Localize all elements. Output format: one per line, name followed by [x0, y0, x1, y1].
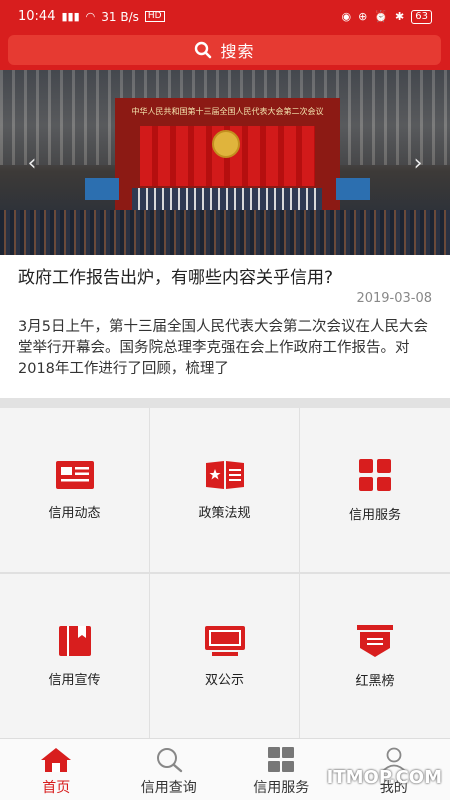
banner-carousel[interactable]: 中华人民共和国第十三届全国人民代表大会第二次会议 ‹ ›: [0, 70, 450, 255]
alarm-icon: ⏰: [374, 10, 389, 23]
news-card-icon: [55, 460, 94, 489]
status-bar: 10:44 ▮▮▮ ◠ 31 B/s HD ◉ ⊕ ⏰ ✱ 63: [0, 0, 450, 33]
carousel-next-arrow-icon[interactable]: ›: [406, 152, 430, 176]
nav-item-credit-services[interactable]: 信用服务: [225, 739, 338, 800]
grid-item-label: 信用动态: [48, 505, 101, 521]
news-title[interactable]: 政府工作报告出炉，有哪些内容关乎信用?: [18, 263, 438, 288]
bluetooth-icon: ✱: [395, 10, 405, 23]
section-divider: [0, 398, 450, 408]
bookmark-book-icon: [58, 625, 91, 656]
grid-item-label: 双公示: [204, 672, 244, 688]
carousel-prev-arrow-icon[interactable]: ‹: [20, 152, 44, 176]
network-speed: 31 B/s: [101, 9, 139, 24]
search-label: 搜索: [220, 42, 255, 61]
banner-stage-title: 中华人民共和国第十三届全国人民代表大会第二次会议: [131, 107, 324, 116]
banner-image-left-screen: [85, 178, 119, 200]
grid-item-label: 政策法规: [198, 505, 251, 521]
grid-item-label: 信用宣传: [48, 672, 101, 688]
grid-item-policy-regulations[interactable]: 政策法规: [150, 408, 299, 572]
grid-icon: [268, 747, 295, 772]
banner-image-audience: [0, 210, 450, 255]
function-grid: 信用动态 政策法规 信用服务 信用宣传 双公示 红黑榜: [0, 408, 450, 738]
app-screen: 10:44 ▮▮▮ ◠ 31 B/s HD ◉ ⊕ ⏰ ✱ 63 搜索 中华人民…: [0, 0, 450, 800]
news-summary: 3月5日上午，第十三届全国人民代表大会第二次会议在人民大会堂举行开幕会。国务院总…: [18, 319, 428, 377]
grid-item-red-black-list[interactable]: 红黑榜: [300, 574, 450, 738]
nav-label-credit-query: 信用查询: [140, 780, 197, 796]
national-emblem-icon: [212, 130, 240, 158]
app-header: 搜索: [0, 33, 450, 70]
site-watermark: ITMOP.COM: [326, 767, 442, 788]
grid-item-label: 信用服务: [348, 507, 401, 523]
nav-label-home: 首页: [42, 780, 71, 796]
hd-icon: HD: [144, 11, 165, 22]
grid-item-label: 红黑榜: [355, 673, 395, 689]
home-icon: [41, 748, 72, 772]
book-star-icon: [205, 460, 244, 489]
grid-item-double-publicity[interactable]: 双公示: [150, 574, 299, 738]
signal-icon: ▮▮▮: [61, 10, 80, 23]
monitor-icon: [204, 625, 245, 656]
status-time: 10:44: [18, 9, 56, 24]
wifi-icon: ◠: [85, 10, 96, 23]
banner-image-right-screen: [336, 178, 370, 200]
notification-icon: ◉: [341, 10, 352, 23]
nav-item-home[interactable]: 首页: [0, 739, 113, 800]
grid-four-icon: [359, 458, 391, 491]
search-icon: [195, 41, 212, 59]
nfc-icon: ⊕: [358, 10, 368, 23]
grid-item-credit-publicity[interactable]: 信用宣传: [0, 574, 149, 738]
battery-indicator: 63: [411, 9, 432, 24]
grid-item-credit-news[interactable]: 信用动态: [0, 408, 149, 572]
news-article[interactable]: 政府工作报告出炉，有哪些内容关乎信用? 2019-03-08 3月5日上午，第十…: [0, 255, 450, 400]
banner-image-podium: [132, 188, 322, 210]
shield-list-icon: [357, 624, 393, 657]
search-button[interactable]: 搜索: [8, 35, 441, 65]
nav-label-credit-services: 信用服务: [253, 780, 310, 796]
news-date: 2019-03-08: [356, 291, 432, 306]
search-icon: [156, 748, 182, 773]
grid-item-credit-services[interactable]: 信用服务: [300, 408, 450, 572]
nav-item-credit-query[interactable]: 信用查询: [113, 739, 226, 800]
